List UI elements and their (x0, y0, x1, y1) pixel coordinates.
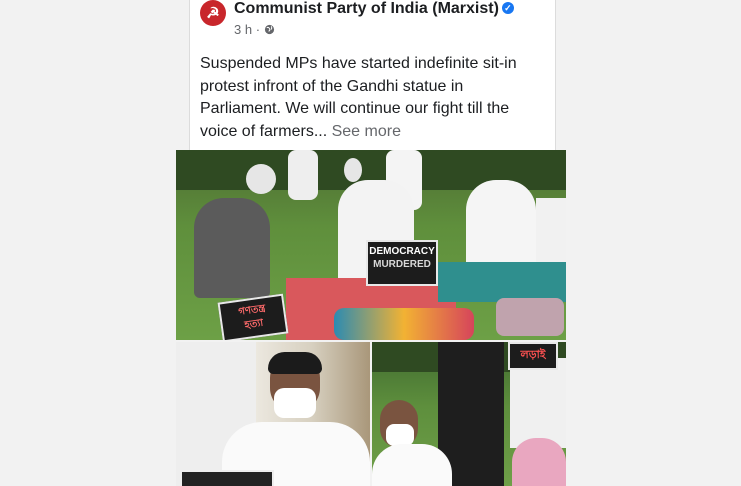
sign-line1: DEMOCRACY (369, 246, 435, 257)
post-text: Suspended MPs have started indefinite si… (200, 53, 545, 143)
photo-sign-edge (180, 470, 274, 486)
photo-mask (386, 424, 414, 446)
page-avatar[interactable]: ☭ (200, 0, 226, 26)
photo-body (372, 444, 452, 486)
post-photo-bottom-left[interactable] (176, 342, 370, 486)
hammer-sickle-icon: ☭ (206, 5, 220, 22)
photo-sign-right: লড়াই (508, 342, 558, 370)
post-time[interactable]: 3 h (234, 22, 252, 37)
photo-fan (246, 164, 276, 194)
sign-line2: MURDERED (373, 259, 431, 270)
photo-cushion (496, 298, 564, 336)
globe-icon (264, 22, 275, 37)
photo-person-standing (288, 150, 318, 200)
photo-mask (274, 388, 316, 418)
photo-sign-bengali: গণতন্ত্র হত্যা (217, 293, 289, 340)
page-name[interactable]: Communist Party of India (Marxist) ✓ (234, 0, 514, 18)
meta-separator: · (255, 22, 261, 37)
photo-person-standing (510, 358, 566, 448)
page-name-text[interactable]: Communist Party of India (Marxist) (234, 0, 499, 17)
photo-hair (268, 352, 322, 374)
photo-fan (344, 158, 362, 182)
photo-mat (438, 262, 566, 302)
photo-cushion (334, 308, 474, 340)
photo-sign-democracy: DEMOCRACY MURDERED (366, 240, 438, 286)
post-photo-bottom-right[interactable]: লড়াই (372, 342, 566, 486)
photo-person-seated (194, 198, 270, 298)
see-more-link[interactable]: See more (332, 123, 401, 140)
photo-person-seated (536, 198, 566, 268)
sign-right-text: লড়াই (520, 349, 546, 361)
photo-person-seated (466, 180, 536, 270)
post-card: ☭ Communist Party of India (Marxist) ✓ 3 … (189, 0, 556, 150)
post-meta: 3 h · (234, 22, 275, 37)
post-photo-main[interactable]: DEMOCRACY MURDERED গণতন্ত্র হত্যা (176, 150, 566, 340)
verified-badge-icon: ✓ (501, 2, 514, 14)
photo-person-pink (512, 438, 566, 486)
